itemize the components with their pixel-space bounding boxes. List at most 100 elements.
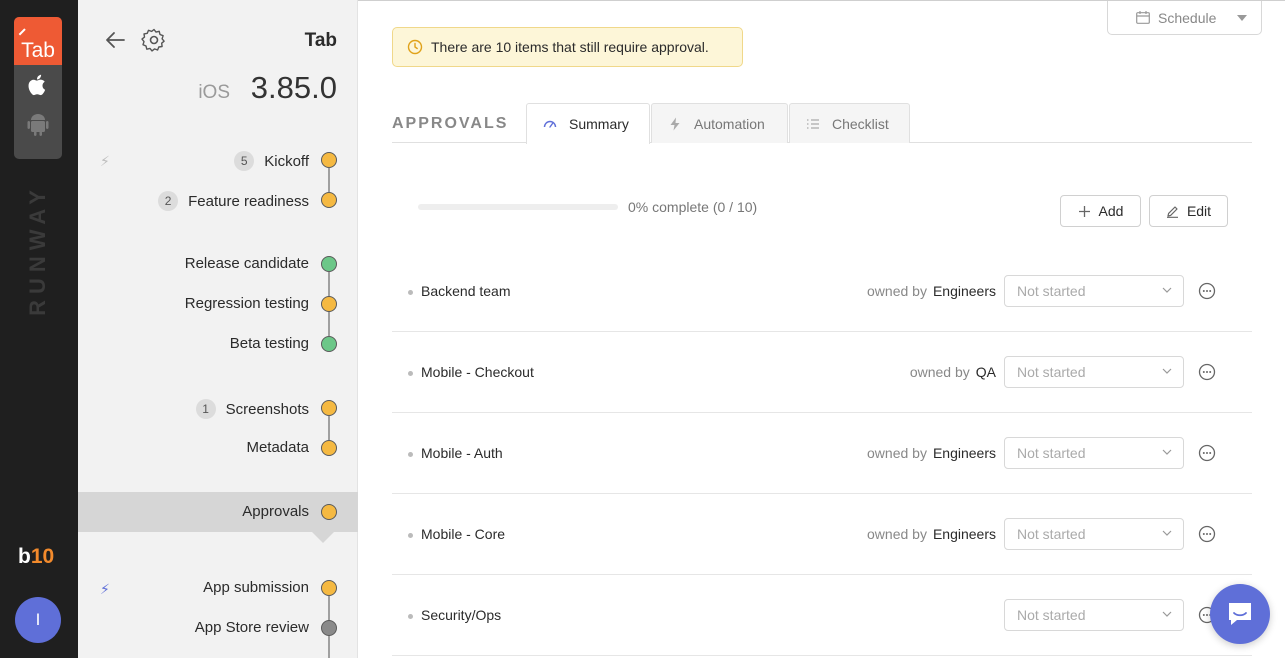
app-switcher: Tab xyxy=(14,17,62,159)
sidebar-item-screenshots[interactable]: 1 Screenshots xyxy=(78,388,358,428)
bullet-icon xyxy=(408,290,413,295)
comment-icon[interactable] xyxy=(1198,525,1216,543)
logo-mark-icon xyxy=(18,28,26,36)
owned-by-label: owned by xyxy=(867,526,927,542)
sidebar-item-approvals[interactable]: Approvals xyxy=(78,492,358,532)
chevron-down-icon xyxy=(1162,449,1172,455)
tab-automation[interactable]: Automation xyxy=(651,103,788,143)
alert-text: There are 10 items that still require ap… xyxy=(431,39,709,55)
status-select[interactable]: Not started xyxy=(1004,518,1184,550)
gear-icon[interactable] xyxy=(141,27,167,53)
caret-down-icon xyxy=(1237,15,1247,21)
release-version: 3.85.0 xyxy=(250,70,337,105)
status-dot xyxy=(321,296,337,312)
chevron-down-icon xyxy=(1162,287,1172,293)
status-dot xyxy=(321,620,337,636)
status-dot xyxy=(321,152,337,168)
progress-bar xyxy=(418,204,618,210)
status-select[interactable]: Not started xyxy=(1004,356,1184,388)
approval-name: Mobile - Checkout xyxy=(421,364,534,380)
approval-name: Mobile - Auth xyxy=(421,445,503,461)
comment-icon[interactable] xyxy=(1198,282,1216,300)
sidebar-item-regression-testing[interactable]: Regression testing xyxy=(78,284,358,324)
step-label: Regression testing xyxy=(184,295,309,312)
bullet-icon xyxy=(408,533,413,538)
status-dot xyxy=(321,504,337,520)
status-value: Not started xyxy=(1017,526,1086,542)
approval-name: Backend team xyxy=(421,283,511,299)
approval-owner: owned by Engineers xyxy=(867,283,996,299)
android-icon[interactable] xyxy=(14,105,62,145)
org-badge[interactable]: b10 xyxy=(18,545,54,569)
step-label: Screenshots xyxy=(225,400,309,418)
tab-summary[interactable]: Summary xyxy=(526,103,650,144)
sidebar-item-app-submission[interactable]: ⚡︎ App submission xyxy=(78,568,358,608)
step-label: Approvals xyxy=(242,503,309,520)
sidebar-item-kickoff[interactable]: ⚡︎ 5 Kickoff xyxy=(78,140,358,180)
brand-wordmark: RUNWAY xyxy=(25,184,50,316)
step-label: App submission xyxy=(203,579,309,596)
tab-label: Automation xyxy=(694,115,765,132)
org-badge-prefix: b xyxy=(18,545,31,568)
tab-label: Checklist xyxy=(832,115,889,132)
main-panel: There are 10 items that still require ap… xyxy=(358,0,1285,658)
schedule-dropdown[interactable]: Schedule xyxy=(1107,1,1262,35)
approval-row: Mobile - Core owned by Engineers Not star… xyxy=(392,494,1252,575)
step-count-badge: 5 xyxy=(234,151,255,171)
status-select[interactable]: Not started xyxy=(1004,275,1184,307)
comment-icon[interactable] xyxy=(1198,444,1216,462)
plus-icon xyxy=(1078,205,1090,217)
bullet-icon xyxy=(408,371,413,376)
edit-button-label: Edit xyxy=(1186,203,1212,219)
chat-launcher-button[interactable] xyxy=(1210,584,1270,644)
release-header: Tab iOS 3.85.0 xyxy=(78,0,358,120)
owner-name: Engineers xyxy=(932,445,996,461)
status-select[interactable]: Not started xyxy=(1004,437,1184,469)
release-sidebar: Tab iOS 3.85.0 ⚡︎ 5 Kickoff 2 Feature read… xyxy=(78,0,358,658)
app-logo[interactable]: Tab xyxy=(14,17,62,65)
active-pointer xyxy=(311,531,335,543)
apple-icon[interactable] xyxy=(14,65,62,105)
status-dot xyxy=(321,580,337,596)
step-count-badge: 2 xyxy=(158,191,179,211)
bullet-icon xyxy=(408,614,413,619)
step-count-badge: 1 xyxy=(195,399,216,419)
user-avatar[interactable]: I xyxy=(15,597,61,643)
add-button-label: Add xyxy=(1098,203,1124,219)
bolt-icon: ⚡︎ xyxy=(100,153,110,169)
status-dot xyxy=(321,192,337,208)
bullet-icon xyxy=(408,452,413,457)
back-arrow-icon[interactable] xyxy=(102,27,128,53)
sidebar-item-release-candidate[interactable]: Release candidate xyxy=(78,244,358,284)
approval-row: Security/Ops Not started xyxy=(392,575,1252,656)
sidebar-item-metadata[interactable]: Metadata xyxy=(78,428,358,468)
owned-by-label: owned by xyxy=(909,364,970,380)
step-label: Release candidate xyxy=(184,255,309,272)
add-button[interactable]: Add xyxy=(1060,195,1141,227)
status-dot xyxy=(321,400,337,416)
status-value: Not started xyxy=(1017,445,1086,461)
tab-checklist[interactable]: Checklist xyxy=(789,103,910,143)
comment-icon[interactable] xyxy=(1198,363,1216,381)
approval-name: Security/Ops xyxy=(421,607,502,623)
sidebar-item-app-store-review[interactable]: App Store review xyxy=(78,608,358,648)
status-value: Not started xyxy=(1017,607,1086,623)
edit-button[interactable]: Edit xyxy=(1149,195,1228,227)
platform-label: iOS xyxy=(198,82,230,103)
approval-owner: owned by QA xyxy=(910,364,996,380)
section-title: APPROVALS xyxy=(392,115,509,132)
approval-row: Backend team owned by Engineers Not start… xyxy=(392,251,1252,332)
owner-name: Engineers xyxy=(932,526,996,542)
approval-owner: owned by Engineers xyxy=(867,526,996,542)
app-logo-text: Tab xyxy=(21,39,55,62)
sidebar-item-beta-testing[interactable]: Beta testing xyxy=(78,324,358,364)
status-dot xyxy=(321,336,337,352)
progress-text: 0% complete (0 / 10) xyxy=(628,199,758,215)
status-value: Not started xyxy=(1017,283,1086,299)
status-select[interactable]: Not started xyxy=(1004,599,1184,631)
approval-row: Mobile - Auth owned by Engineers Not star… xyxy=(392,413,1252,494)
chat-bubble-icon xyxy=(1229,603,1251,625)
sidebar-item-feature-readiness[interactable]: 2 Feature readiness xyxy=(78,180,358,220)
owner-name: QA xyxy=(975,364,996,380)
step-label: App Store review xyxy=(194,619,309,636)
